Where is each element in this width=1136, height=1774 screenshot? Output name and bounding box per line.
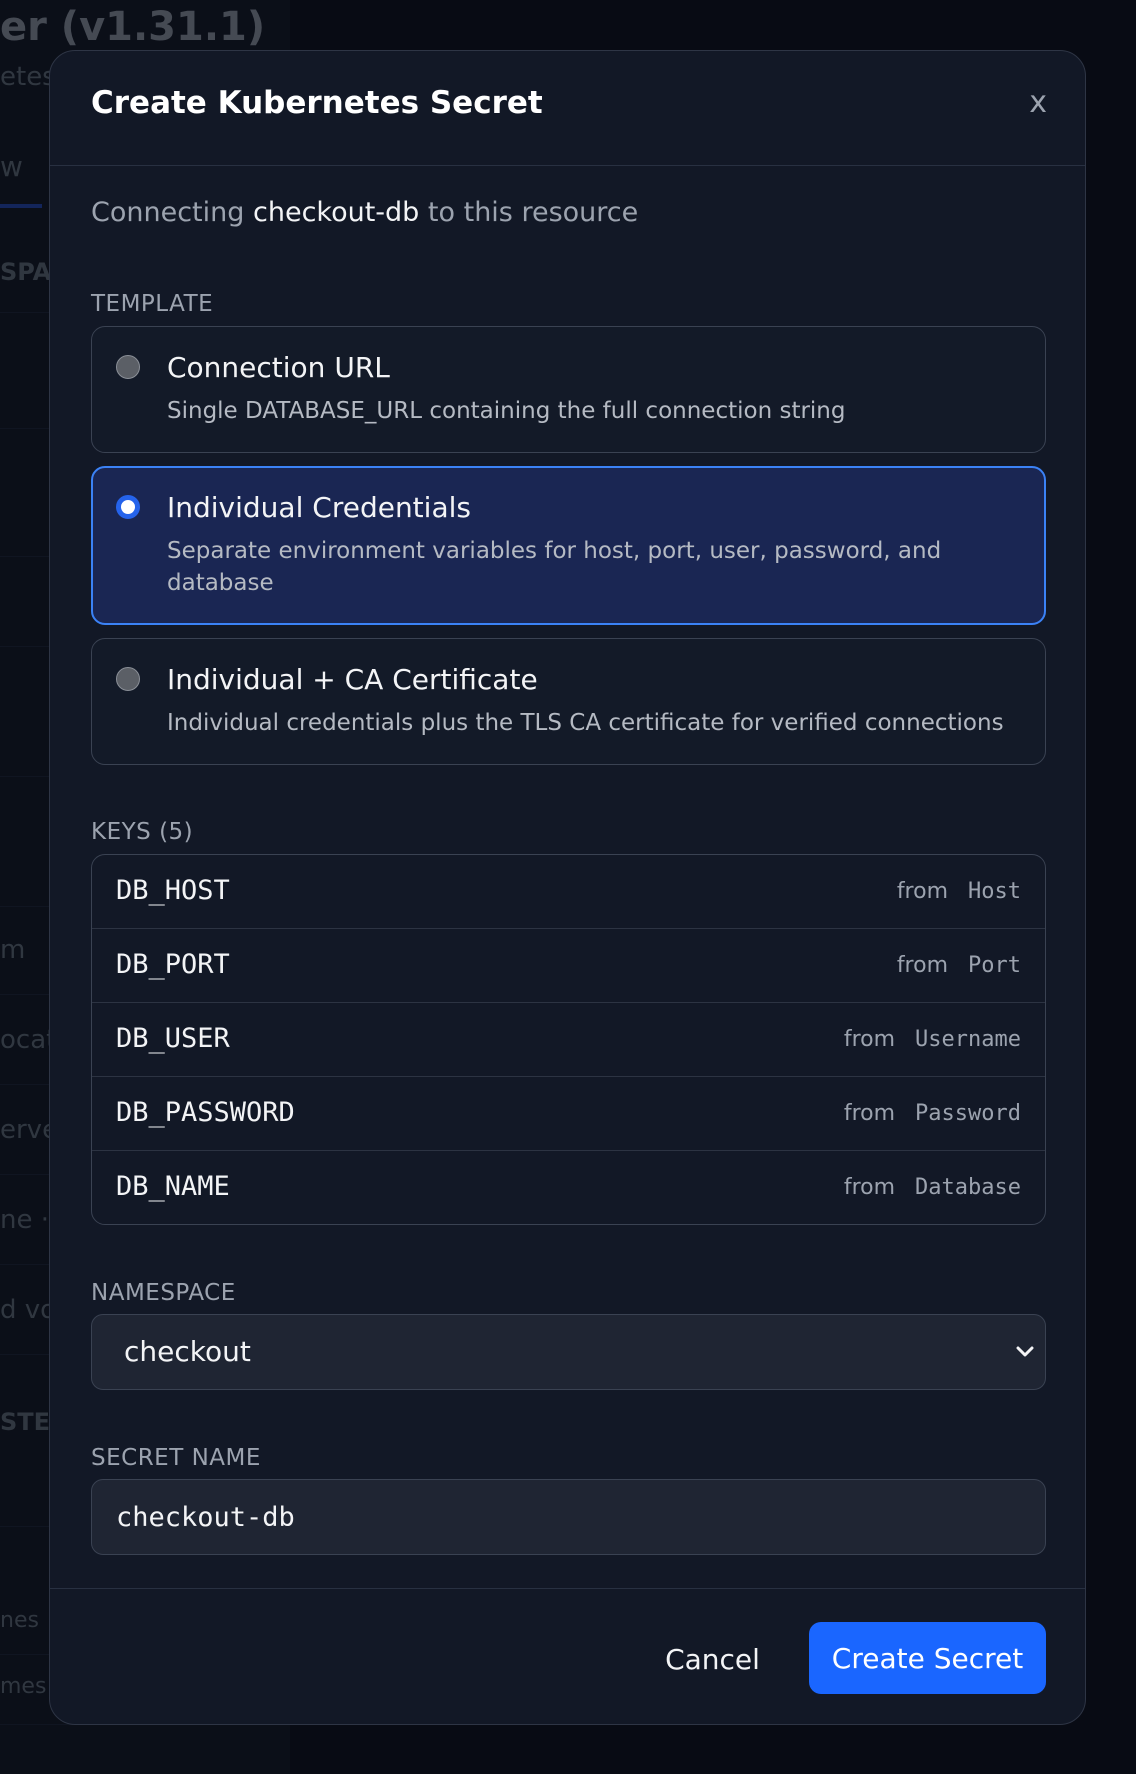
radio-button[interactable] [116,355,140,379]
option-title: Connection URL [167,351,390,384]
from-label: from [896,879,949,904]
from-label: from [843,1027,896,1052]
key-row: DB_PORT from Port [92,929,1045,1003]
namespace-value: checkout [124,1335,251,1368]
key-row: DB_USER from Username [92,1003,1045,1077]
key-name: DB_HOST [116,875,230,906]
key-source: from Password [844,1101,1021,1126]
intro-suffix: to this resource [427,197,639,228]
key-row: DB_NAME from Database [92,1151,1045,1224]
intro-prefix: Connecting [91,197,245,228]
option-description: Separate environment variables for host,… [167,538,942,596]
key-name: DB_NAME [116,1171,230,1202]
namespace-select[interactable]: checkout [91,1314,1046,1390]
radio-button-selected[interactable] [116,495,140,519]
keys-table: DB_HOST from Host DB_PORT from Port DB_USE… [91,854,1046,1225]
template-option-individual-credentials[interactable]: Individual Credentials Separate environm… [91,466,1046,625]
template-label: TEMPLATE [91,291,214,317]
key-name: DB_PASSWORD [116,1097,295,1128]
key-source: from Database [844,1175,1021,1200]
close-button[interactable]: x [1029,85,1047,120]
source-field: Database [915,1175,1021,1200]
key-name: DB_USER [116,1023,230,1054]
key-source: from Port [897,953,1021,978]
from-label: from [896,953,949,978]
option-title: Individual Credentials [167,491,471,524]
create-secret-button[interactable]: Create Secret [809,1622,1046,1694]
key-name: DB_PORT [116,949,230,980]
option-description: Individual credentials plus the TLS CA c… [167,710,1004,736]
key-row: DB_PASSWORD from Password [92,1077,1045,1151]
option-title: Individual + CA Certificate [167,663,538,696]
dialog-footer-divider [50,1588,1085,1589]
option-description: Single DATABASE_URL containing the full … [167,398,846,424]
from-label: from [843,1175,896,1200]
chevron-down-icon [1016,1346,1034,1357]
resource-name: checkout-db [253,197,420,228]
cancel-button[interactable]: Cancel [640,1623,785,1695]
namespace-label: NAMESPACE [91,1280,236,1306]
from-label: from [843,1101,896,1126]
key-source: from Host [897,879,1021,904]
secret-name-input[interactable] [91,1479,1046,1555]
create-secret-dialog: Create Kubernetes Secret x Connecting ch… [49,50,1086,1725]
key-row: DB_HOST from Host [92,855,1045,929]
dialog-intro: Connecting checkout-db to this resource [91,197,638,228]
source-field: Username [915,1027,1021,1052]
dialog-header: Create Kubernetes Secret x [50,51,1085,166]
dialog-title: Create Kubernetes Secret [91,85,543,121]
secret-name-label: SECRET NAME [91,1445,261,1471]
source-field: Password [915,1101,1021,1126]
radio-button[interactable] [116,667,140,691]
source-field: Host [968,879,1021,904]
source-field: Port [968,953,1021,978]
key-source: from Username [844,1027,1021,1052]
template-option-individual-ca-certificate[interactable]: Individual + CA Certificate Individual c… [91,638,1046,765]
template-option-connection-url[interactable]: Connection URL Single DATABASE_URL conta… [91,326,1046,453]
keys-label: KEYS (5) [91,819,194,845]
